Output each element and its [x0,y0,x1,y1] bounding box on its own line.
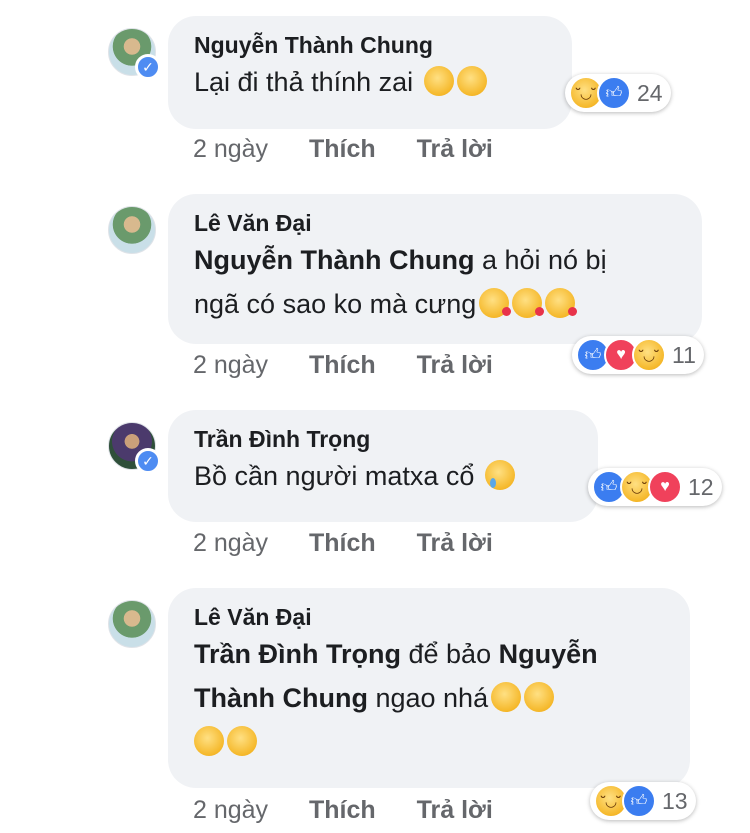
comment-text: Bồ cần người matxa cổ [194,454,572,498]
comment-actions: 2 ngày Thích Trả lời [193,350,493,380]
like-button[interactable]: Thích [309,351,376,379]
comment-bubble: Lê Văn Đại Nguyễn Thành Chung a hỏi nó b… [168,194,702,344]
avatar[interactable] [108,206,156,254]
reply-button[interactable]: Trả lời [417,796,493,824]
comment-actions: 2 ngày Thích Trả lời [193,795,493,825]
reaction-summary[interactable]: ˘◡˘ 👍︎ 24 [565,74,671,112]
mention-link[interactable]: Trần Đình Trọng [194,639,401,669]
comment-text: Nguyễn Thành Chung a hỏi nó bị ngã có sao… [194,238,676,326]
kissing-heart-emoji-icon [545,288,578,318]
comment-text-content: a hỏi nó bị [474,245,607,275]
kissing-heart-emoji-icon [479,288,512,318]
haha-reaction-icon: ˘◡˘ [632,338,666,372]
comment-actions: 2 ngày Thích Trả lời [193,528,493,558]
comment-text: Trần Đình Trọng để bảo Nguyễn Thành Chung… [194,632,664,764]
mention-link[interactable]: Nguyễn [499,639,598,669]
reply-button[interactable]: Trả lời [417,135,493,163]
reply-button[interactable]: Trả lời [417,529,493,557]
verified-badge-icon: ✓ [135,54,161,80]
comment-text-content: ngao nhá [367,683,489,713]
reply-button[interactable]: Trả lời [417,351,493,379]
mention-link[interactable]: Nguyễn Thành Chung [194,245,474,275]
comment-text: Lại đi thả thính zai [194,60,546,104]
comment-bubble: Nguyễn Thành Chung Lại đi thả thính zai [168,16,572,129]
kissing-heart-emoji-icon [512,288,545,318]
reaction-count: 24 [637,79,663,106]
comment-text-content: để bảo [401,639,499,669]
comment-timestamp[interactable]: 2 ngày [193,135,268,163]
wink-emoji-icon [491,682,522,712]
reaction-summary[interactable]: 👍︎ ♥ ˘◡˘ 11 [572,336,704,374]
comment-author[interactable]: Trần Đình Trọng [194,424,572,454]
like-reaction-icon: 👍︎ [597,76,631,110]
reaction-summary[interactable]: ˘◡˘ 👍︎ 13 [590,782,696,820]
like-button[interactable]: Thích [309,796,376,824]
comment-bubble: Trần Đình Trọng Bồ cần người matxa cổ [168,410,598,522]
comment-timestamp[interactable]: 2 ngày [193,796,268,824]
verified-badge-icon: ✓ [135,448,161,474]
avatar[interactable] [108,600,156,648]
comment-author[interactable]: Nguyễn Thành Chung [194,30,546,60]
comment-author[interactable]: Lê Văn Đại [194,208,676,238]
comment-text-content: Lại đi thả thính zai [194,67,414,97]
comment-text-content: Bồ cần người matxa cổ [194,461,475,491]
reaction-summary[interactable]: 👍︎ ˘◡˘ ♥ 12 [588,468,722,506]
reaction-count: 12 [688,473,714,500]
comment-timestamp[interactable]: 2 ngày [193,529,268,557]
wink-emoji-icon [524,682,555,712]
comment-timestamp[interactable]: 2 ngày [193,351,268,379]
like-reaction-icon: 👍︎ [622,784,656,818]
love-reaction-icon: ♥ [648,470,682,504]
comment-actions: 2 ngày Thích Trả lời [193,134,493,164]
unamused-emoji-icon [423,66,454,96]
comment-author[interactable]: Lê Văn Đại [194,602,664,632]
mention-link[interactable]: Thành Chung [194,683,368,713]
like-button[interactable]: Thích [309,529,376,557]
wink-emoji-icon [194,726,224,756]
like-button[interactable]: Thích [309,135,376,163]
wink-emoji-icon [227,726,257,756]
unamused-emoji-icon [456,66,487,96]
crying-emoji-icon [484,460,515,490]
reaction-count: 13 [662,787,688,814]
comment-bubble: Lê Văn Đại Trần Đình Trọng để bảo Nguyễn… [168,588,690,788]
comment-text-content: ngã có sao ko mà cưng [194,289,477,319]
reaction-count: 11 [672,341,696,368]
